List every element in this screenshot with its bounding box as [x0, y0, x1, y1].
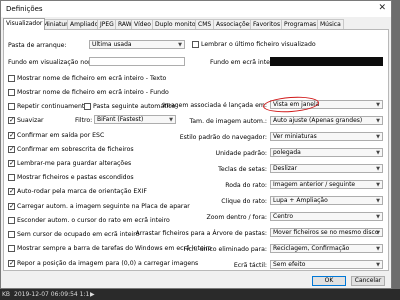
confirm-overwrite-label: Confirmar em sobrescrita de ficheiros — [17, 146, 134, 153]
remember-save-label: Lembrar-me para guardar alterações — [17, 160, 132, 167]
hide-cursor-label: Esconder autom. o cursor do rato em ecrã… — [17, 217, 170, 224]
auto-load-next-label: Carregar autom. a imagem seguinte na Pla… — [17, 203, 190, 210]
auto-rotate-exif-label: Auto-rodar pela marca de orientação EXIF — [17, 188, 147, 195]
show-filename-bg-checkbox[interactable] — [8, 89, 15, 96]
show-filename-bg-label: Mostrar nome de ficheiro em ecrã inteiro… — [17, 89, 169, 96]
smooth-checkbox[interactable] — [8, 116, 15, 124]
no-busy-cursor-checkbox[interactable] — [8, 231, 15, 238]
tab-jpeg[interactable]: JPEG — [97, 19, 117, 29]
tab-musica[interactable]: Música — [317, 19, 344, 29]
chevron-down-icon: ▼ — [376, 230, 380, 236]
zoom-label: Zoom dentro / fora: — [206, 214, 267, 221]
repeat-continuously-label: Repetir continuamente — [17, 103, 89, 110]
show-filename-text-checkbox[interactable] — [8, 75, 15, 82]
status-bar: KB 2019-12-07 06:09:54 1:1 ▶ — [0, 289, 400, 300]
drag-to-tree-select[interactable]: Mover ficheiros se no mesmo disco ▼ — [270, 228, 383, 237]
confirm-esc-checkbox[interactable] — [8, 131, 15, 139]
browser-style-select[interactable]: Ver miniaturas ▼ — [270, 132, 383, 141]
chevron-down-icon: ▼ — [376, 134, 380, 140]
status-size: KB — [2, 291, 11, 298]
chevron-down-icon: ▼ — [376, 166, 380, 172]
no-busy-cursor-label: Sem cursor de ocupado em ecrã inteiro — [17, 231, 140, 238]
tab-cms[interactable]: CMS — [195, 19, 215, 29]
hide-cursor-checkbox[interactable] — [8, 217, 15, 224]
chevron-down-icon: ▼ — [376, 262, 380, 268]
arrow-keys-select[interactable]: Deslizar ▼ — [270, 164, 383, 173]
browser-style-label: Estilo padrão do navegador: — [179, 134, 267, 141]
remember-last-folder-checkbox[interactable] — [192, 41, 199, 48]
default-unit-label: Unidade padrão: — [215, 150, 267, 157]
zoom-select[interactable]: Centro ▼ — [270, 212, 383, 221]
bg-normal-color[interactable] — [89, 57, 185, 66]
confirm-overwrite-checkbox[interactable] — [8, 145, 15, 153]
window-title: Definições — [6, 5, 43, 13]
chevron-down-icon: ▼ — [376, 102, 380, 108]
smooth-label: Suavizar — [17, 117, 44, 124]
auto-rotate-exif-checkbox[interactable] — [8, 187, 15, 195]
single-delete-select[interactable]: Reciclagem, Confirmação ▼ — [270, 244, 383, 253]
show-hidden-checkbox[interactable] — [8, 174, 15, 181]
chevron-down-icon: ▼ — [376, 246, 380, 252]
launch-mode-label: Imagem associada é lançada em: — [162, 102, 267, 109]
startup-folder-label: Pasta de arranque: — [8, 42, 67, 49]
touchscreen-label: Ecrã táctil: — [233, 262, 267, 269]
close-icon[interactable]: ✕ — [378, 3, 386, 13]
play-icon: ▶ — [90, 291, 95, 298]
show-filename-text-label: Mostrar nome de ficheiro em ecrã inteiro… — [17, 75, 167, 82]
filter-select[interactable]: BiFant (Fastest) ▼ — [94, 115, 176, 124]
status-date: 2019-12-07 06:09:54 1:1 — [14, 291, 90, 298]
bg-fullscreen-color[interactable] — [270, 57, 383, 66]
chevron-down-icon: ▼ — [376, 182, 380, 188]
viewer-settings-panel: Pasta de arranque: Última usada ▼ Lembrar… — [3, 29, 389, 271]
reset-position-label: Repor a posição da imagem para (0,0) a c… — [17, 260, 199, 267]
tab-programas[interactable]: Programas — [281, 19, 320, 29]
title-bar: Definições ✕ — [1, 1, 391, 17]
default-unit-select[interactable]: polegada ▼ — [270, 148, 383, 157]
next-folder-auto-checkbox[interactable] — [84, 103, 91, 110]
auto-load-next-checkbox[interactable] — [8, 202, 15, 210]
settings-dialog: Definições ✕ Visualizador Miniatura Ampl… — [0, 0, 392, 289]
chevron-down-icon: ▼ — [178, 42, 182, 48]
chevron-down-icon: ▼ — [376, 150, 380, 156]
tab-duplo-monitor[interactable]: Duplo monitor — [152, 19, 201, 29]
remember-last-folder-label: Lembrar o último ficheiro visualizado — [201, 41, 316, 48]
arrow-keys-label: Teclas de setas: — [218, 166, 267, 173]
drag-to-tree-label: Arrastar ficheiros para a Árvore de past… — [135, 230, 267, 237]
chevron-down-icon: ▼ — [376, 198, 380, 204]
chevron-down-icon: ▼ — [376, 118, 380, 124]
chevron-down-icon: ▼ — [169, 117, 173, 123]
mouse-click-label: Clique do rato: — [221, 198, 267, 205]
chevron-down-icon: ▼ — [376, 214, 380, 220]
reset-position-checkbox[interactable] — [8, 259, 15, 267]
ok-button[interactable]: OK — [312, 276, 346, 286]
repeat-continuously-checkbox[interactable] — [8, 103, 15, 110]
mouse-click-select[interactable]: Lupa + Ampliação ▼ — [270, 196, 383, 205]
confirm-esc-label: Confirmar em saída por ESC — [17, 132, 105, 139]
tab-favoritos[interactable]: Favoritos — [250, 19, 284, 29]
mouse-wheel-select[interactable]: Imagem anterior / seguinte ▼ — [270, 180, 383, 189]
cancel-button[interactable]: Cancelar — [351, 276, 385, 286]
single-delete-label: Fich. único eliminado para: — [183, 246, 267, 253]
auto-size-label: Tam. de imagem autom.: — [189, 118, 267, 125]
mouse-wheel-label: Roda do rato: — [225, 182, 267, 189]
tab-visualizador[interactable]: Visualizador — [3, 18, 46, 30]
show-taskbar-label: Mostrar sempre a barra de tarefas do Win… — [17, 245, 212, 252]
touchscreen-select[interactable]: Sem efeito ▼ — [270, 260, 383, 269]
startup-folder-select[interactable]: Última usada ▼ — [89, 40, 185, 49]
show-hidden-label: Mostrar ficheiros e pastas escondidos — [17, 174, 134, 181]
show-taskbar-checkbox[interactable] — [8, 245, 15, 252]
remember-save-checkbox[interactable] — [8, 159, 15, 167]
auto-size-select[interactable]: Auto ajuste (Apenas grandes) ▼ — [270, 116, 383, 125]
filter-label: Filtro: — [75, 117, 93, 124]
tab-video[interactable]: Vídeo — [131, 19, 154, 29]
